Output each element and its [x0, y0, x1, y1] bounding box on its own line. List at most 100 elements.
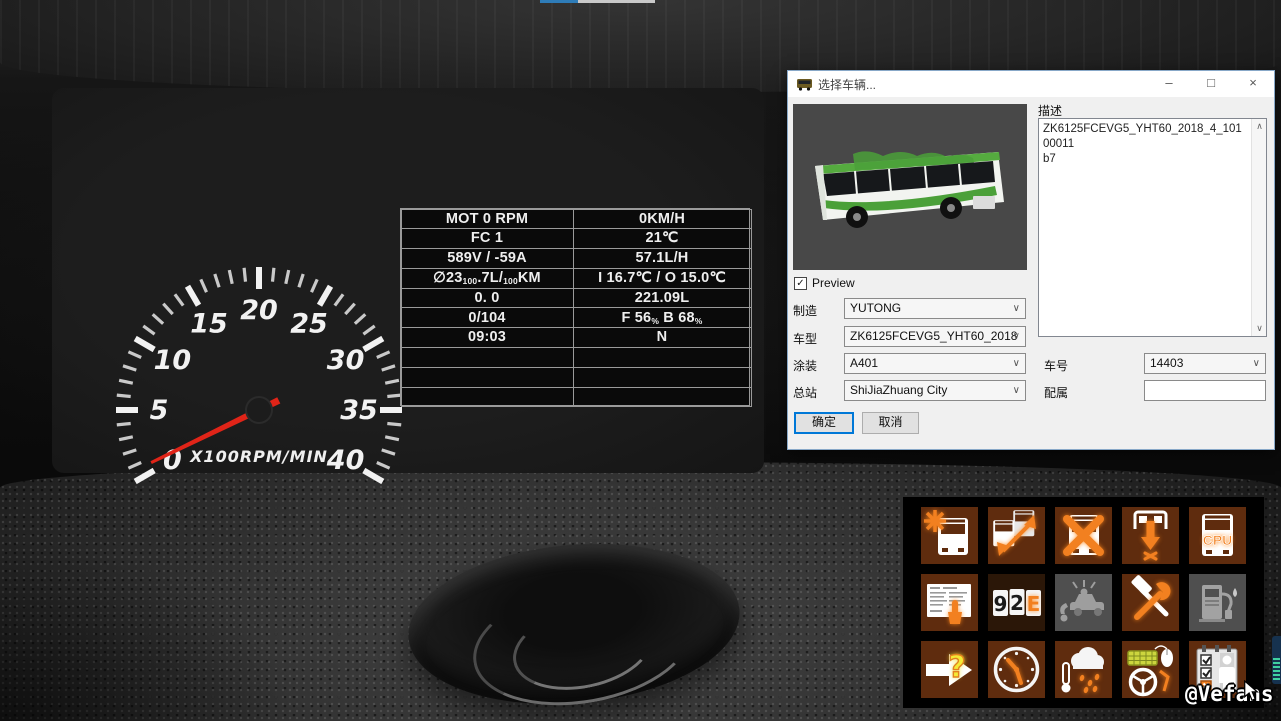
- gauge-number-30: 30: [327, 345, 365, 376]
- minimize-button[interactable]: –: [1148, 71, 1190, 97]
- lcd-fc: FC 1: [401, 228, 574, 249]
- lcd-fuel-level: 221.09L: [573, 288, 752, 309]
- fuel-pump-icon: [1199, 585, 1237, 622]
- fleet-number-select[interactable]: 14403 ∨: [1144, 353, 1266, 374]
- manufacturer-value: YUTONG: [850, 301, 901, 315]
- lcd-motor-rpm: MOT 0 RPM: [401, 209, 574, 230]
- chair-accent: [1160, 671, 1168, 691]
- toolbar-change-vehicle-button[interactable]: [988, 507, 1045, 564]
- assignment-input[interactable]: [1144, 380, 1266, 401]
- gauge-tick: [382, 366, 395, 370]
- lcd-clock: 09:03: [401, 327, 574, 348]
- level-meter-segments: [1273, 658, 1280, 682]
- gauge-tick: [128, 352, 141, 358]
- toolbar-spawn-vehicle-button[interactable]: [921, 507, 978, 564]
- bus-icon: [938, 518, 968, 555]
- toolbar-repair-button[interactable]: [1122, 574, 1179, 631]
- manufacturer-label: 制造: [793, 302, 817, 319]
- model-label: 车型: [793, 330, 817, 347]
- question-mark-icon: ?: [948, 650, 965, 685]
- game-toolbar: CPU: [903, 497, 1264, 708]
- spawn-star-icon: [924, 510, 946, 532]
- lcd-empty: [573, 387, 752, 408]
- lcd-avg-consumption: ∅23100.7L/100KM: [401, 268, 574, 289]
- scroll-up-icon[interactable]: ∧: [1252, 121, 1267, 132]
- gauge-tick: [119, 437, 133, 440]
- fleet-number-label: 车号: [1044, 357, 1068, 374]
- toolbar-remove-vehicle-button[interactable]: [1055, 507, 1112, 564]
- scroll-down-icon[interactable]: ∨: [1252, 323, 1267, 334]
- livery-select[interactable]: A401 ∨: [844, 353, 1026, 374]
- hidden-menubar-strip-blue[interactable]: [540, 0, 578, 3]
- gauge-tick: [299, 274, 303, 287]
- ok-button[interactable]: 确定: [794, 412, 854, 434]
- toolbar-timetable-button[interactable]: [921, 574, 978, 631]
- dialog-title: 选择车辆...: [818, 76, 876, 93]
- preview-checkbox-label: Preview: [812, 276, 855, 290]
- description-box[interactable]: ZK6125FCEVG5_YHT60_2018_4_10100011b7 ∧ ∨: [1038, 118, 1267, 337]
- gauge-tick: [143, 326, 154, 334]
- gauge-number-20: 20: [240, 295, 278, 326]
- select-vehicle-dialog: 选择车辆... – □ ×: [787, 70, 1275, 450]
- route-char-2: 2: [1010, 591, 1024, 615]
- bus-window-icon: [796, 77, 813, 91]
- gauge-tick: [363, 326, 374, 334]
- chevron-down-icon: ∨: [1013, 327, 1020, 346]
- thermometer-icon: [1062, 663, 1071, 693]
- lcd-consumption-rate: 57.1L/H: [573, 248, 752, 269]
- toolbar-route-code-button[interactable]: 9 2 E: [988, 574, 1045, 631]
- gauge-tick: [123, 450, 136, 454]
- model-select[interactable]: ZK6125FCEVG5_YHT60_2018 ∨: [844, 326, 1026, 347]
- lcd-empty: [401, 387, 574, 408]
- gauge-tick: [119, 380, 133, 383]
- screenshot-stage: X100RPM/MIN 0510152025303540 (( ABS )) N…: [0, 0, 1281, 721]
- cancel-button[interactable]: 取消: [862, 412, 919, 434]
- livery-label: 涂装: [793, 357, 817, 374]
- toolbar-navigation-help-button[interactable]: ?: [921, 641, 978, 698]
- route-char-3: E: [1027, 592, 1041, 616]
- gauge-tick: [153, 314, 163, 323]
- dialog-titlebar[interactable]: 选择车辆... – □ ×: [788, 71, 1274, 97]
- lcd-soc: F 56% B 68%: [573, 307, 752, 328]
- gauge-tick: [163, 304, 172, 314]
- toolbar-control-settings-button[interactable]: [1122, 641, 1179, 698]
- model-value: ZK6125FCEVG5_YHT60_2018: [850, 329, 1017, 343]
- lcd-empty: [573, 367, 752, 388]
- lcd-passengers: 0/104: [401, 307, 574, 328]
- manufacturer-select[interactable]: YUTONG ∨: [844, 298, 1026, 319]
- gauge-number-15: 15: [190, 308, 228, 339]
- gauge-tick: [377, 352, 390, 358]
- watermark: @Vefans: [1185, 682, 1274, 706]
- gauge-tick: [345, 304, 354, 314]
- gauge-tick: [312, 279, 318, 292]
- route-char-1: 9: [994, 592, 1008, 616]
- maximize-button[interactable]: □: [1190, 71, 1232, 97]
- gauge-number-25: 25: [290, 308, 328, 339]
- rain-drops-icon: [1079, 673, 1100, 693]
- toolbar-refuel-button: [1189, 574, 1246, 631]
- livery-value: A401: [850, 356, 878, 370]
- depot-value: ShiJiaZhuang City: [850, 383, 947, 397]
- hidden-menubar-strip-gray[interactable]: [578, 0, 655, 3]
- toolbar-time-settings-button[interactable]: [988, 641, 1045, 698]
- gauge-tick: [377, 463, 390, 469]
- close-button[interactable]: ×: [1232, 71, 1274, 97]
- toolbar-ai-cpu-button[interactable]: CPU: [1189, 507, 1246, 564]
- lcd-empty: [401, 347, 574, 368]
- edge-panel-widget[interactable]: [1272, 636, 1281, 684]
- lcd-empty: [401, 367, 574, 388]
- gauge-tick: [244, 268, 245, 282]
- down-arrow-icon: [1141, 521, 1160, 559]
- depot-select[interactable]: ShiJiaZhuang City ∨: [844, 380, 1026, 401]
- gauge-tick: [135, 471, 154, 482]
- gauge-tick: [385, 437, 399, 440]
- toolbar-weather-settings-button[interactable]: [1055, 641, 1112, 698]
- lcd-volt-amp: 589V / -59A: [401, 248, 574, 269]
- lcd-empty: [573, 347, 752, 368]
- toolbar-despawn-vehicle-button[interactable]: [1122, 507, 1179, 564]
- preview-checkbox[interactable]: ✓: [794, 277, 807, 290]
- description-scrollbar[interactable]: ∧ ∨: [1251, 119, 1266, 336]
- chevron-down-icon: ∨: [1013, 299, 1020, 318]
- tachometer-gauge: X100RPM/MIN 0510152025303540: [109, 260, 409, 560]
- tachometer-unit-label: X100RPM/MIN: [189, 447, 328, 466]
